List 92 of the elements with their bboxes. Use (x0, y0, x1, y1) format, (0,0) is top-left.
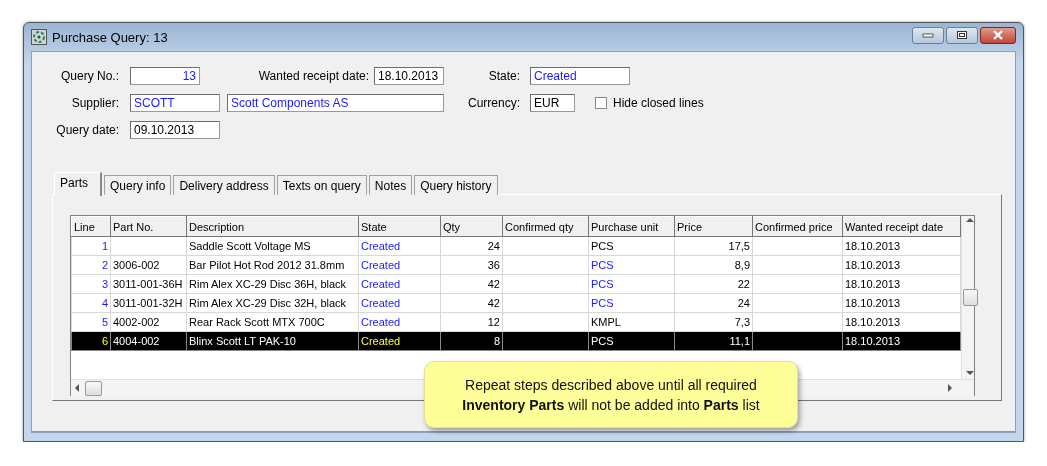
table-cell: 36 (487, 259, 500, 271)
table-cell: Created (361, 278, 401, 290)
table-cell: 3011-001-32H (113, 297, 183, 309)
column-header[interactable]: Wanted receipt date (842, 216, 961, 237)
table-cell: 4002-002 (113, 316, 160, 328)
checkbox[interactable] (595, 96, 607, 109)
text-field[interactable]: Scott Components AS (227, 93, 444, 112)
column-header[interactable]: Part No. (110, 216, 187, 237)
table-cell: PCS (591, 297, 614, 309)
table-cell: PCS (591, 278, 614, 290)
column-header[interactable]: State (358, 216, 441, 237)
table-cell: Created (361, 335, 401, 347)
field-label: Query No.: (59, 68, 119, 83)
table-cell: 11,1 (729, 335, 750, 347)
table-cell: 18.10.2013 (845, 297, 901, 309)
table-cell: Rear Rack Scott MTX 700C (189, 316, 325, 328)
field-label: Supplier: (70, 95, 119, 110)
table-row[interactable]: 3 3011-001-36H Rim Alex XC-29 Disc 36H, black Created 42 PCS 22 18.10.2013 (71, 274, 961, 294)
column-header[interactable]: Qty (440, 216, 503, 237)
table-cell: 1 (101, 240, 108, 252)
tab[interactable]: Delivery address (173, 175, 275, 195)
table-cell: 3011-001-36H (113, 278, 183, 290)
table-cell: Created (361, 297, 401, 309)
table-cell: 18.10.2013 (845, 240, 901, 252)
table-row[interactable]: 6 4004-002 Blinx Scott LT PAK-10 Created 8 PCS 11,1 18.10.2013 (71, 331, 961, 351)
field-label: State: (487, 68, 520, 83)
text-field[interactable]: SCOTT (130, 93, 220, 112)
text-field[interactable]: EUR (530, 93, 575, 112)
field-label: Currency: (467, 95, 520, 110)
text-field[interactable]: Created (530, 66, 630, 85)
table-cell: Created (361, 240, 401, 252)
table-cell: 2 (101, 259, 108, 271)
tab[interactable]: Query info (104, 175, 172, 195)
table-row[interactable]: 1 Saddle Scott Voltage MS Created 24 PCS 17,5 18.10.2013 (71, 236, 961, 256)
tab[interactable]: Parts (54, 172, 102, 196)
table-cell: 8,9 (734, 259, 750, 271)
field-label: Wanted receipt date: (257, 68, 369, 83)
maximize-icon (956, 30, 968, 40)
table-cell: 18.10.2013 (845, 278, 901, 290)
table-cell: Created (361, 316, 401, 328)
column-header[interactable]: Description (186, 216, 359, 237)
table-cell: 18.10.2013 (845, 335, 901, 347)
minimize-icon (922, 32, 934, 38)
table-cell: 42 (487, 297, 500, 309)
column-header[interactable]: Purchase unit (588, 216, 675, 237)
table-cell: 6 (101, 335, 108, 347)
window-title: Purchase Query: 13 (52, 29, 168, 45)
column-header[interactable]: Line (71, 216, 111, 237)
table-cell: KMPL (591, 316, 621, 328)
table-cell: Rim Alex XC-29 Disc 32H, black (189, 297, 347, 309)
table-cell: Created (361, 259, 401, 271)
text-field[interactable]: 13 (130, 66, 200, 85)
table-row[interactable]: 4 3011-001-32H Rim Alex XC-29 Disc 32H, black Created 42 PCS 24 18.10.2013 (71, 293, 961, 313)
table-cell: Blinx Scott LT PAK-10 (189, 335, 296, 347)
table-cell: Saddle Scott Voltage MS (189, 240, 311, 252)
table-cell: PCS (591, 259, 614, 271)
table-cell: PCS (591, 335, 614, 347)
callout-text: Repeat steps described above until all required Inventory Parts will not be added into Parts list (461, 375, 761, 415)
table-cell: 42 (487, 278, 500, 290)
table-cell: 24 (487, 240, 500, 252)
text-field[interactable]: 09.10.2013 (130, 120, 220, 139)
tab[interactable]: Notes (368, 175, 413, 195)
table-cell: 18.10.2013 (845, 259, 901, 271)
text-field[interactable]: 18.10.2013 (374, 66, 444, 85)
column-header[interactable]: Confirmed price (752, 216, 843, 237)
table-cell: 18.10.2013 (845, 316, 901, 328)
close-button[interactable] (980, 26, 1016, 44)
table-row[interactable]: 5 4002-002 Rear Rack Scott MTX 700C Created 12 KMPL 7,3 18.10.2013 (71, 312, 961, 332)
table-cell: 3006-002 (113, 259, 160, 271)
table-cell: 7,3 (734, 316, 750, 328)
table-cell: 8 (493, 335, 500, 347)
table-cell: PCS (591, 240, 614, 252)
column-header[interactable]: Price (674, 216, 753, 237)
table-cell: 5 (101, 316, 108, 328)
field-label: Query date: (55, 122, 119, 137)
table-cell: 3 (101, 278, 108, 290)
app-icon (31, 29, 47, 45)
table-cell: 4004-002 (113, 335, 160, 347)
tab[interactable]: Query history (414, 175, 498, 195)
table-cell: 12 (487, 316, 500, 328)
close-icon (992, 30, 1004, 40)
table-cell: 24 (737, 297, 750, 309)
table-cell: Rim Alex XC-29 Disc 36H, black (189, 278, 347, 290)
table-cell: 4 (101, 297, 108, 309)
checkbox-label[interactable]: Hide closed lines (613, 95, 704, 110)
table-cell: 17,5 (728, 240, 750, 252)
table-cell: 22 (737, 278, 750, 290)
maximize-button[interactable] (946, 26, 978, 44)
table-row[interactable]: 2 3006-002 Bar Pilot Hot Rod 2012 31.8mm Created 36 PCS 8,9 18.10.2013 (71, 255, 961, 275)
tab[interactable]: Texts on query (276, 175, 367, 195)
column-header[interactable]: Confirmed qty (502, 216, 589, 237)
table-cell: Bar Pilot Hot Rod 2012 31.8mm (189, 259, 345, 271)
